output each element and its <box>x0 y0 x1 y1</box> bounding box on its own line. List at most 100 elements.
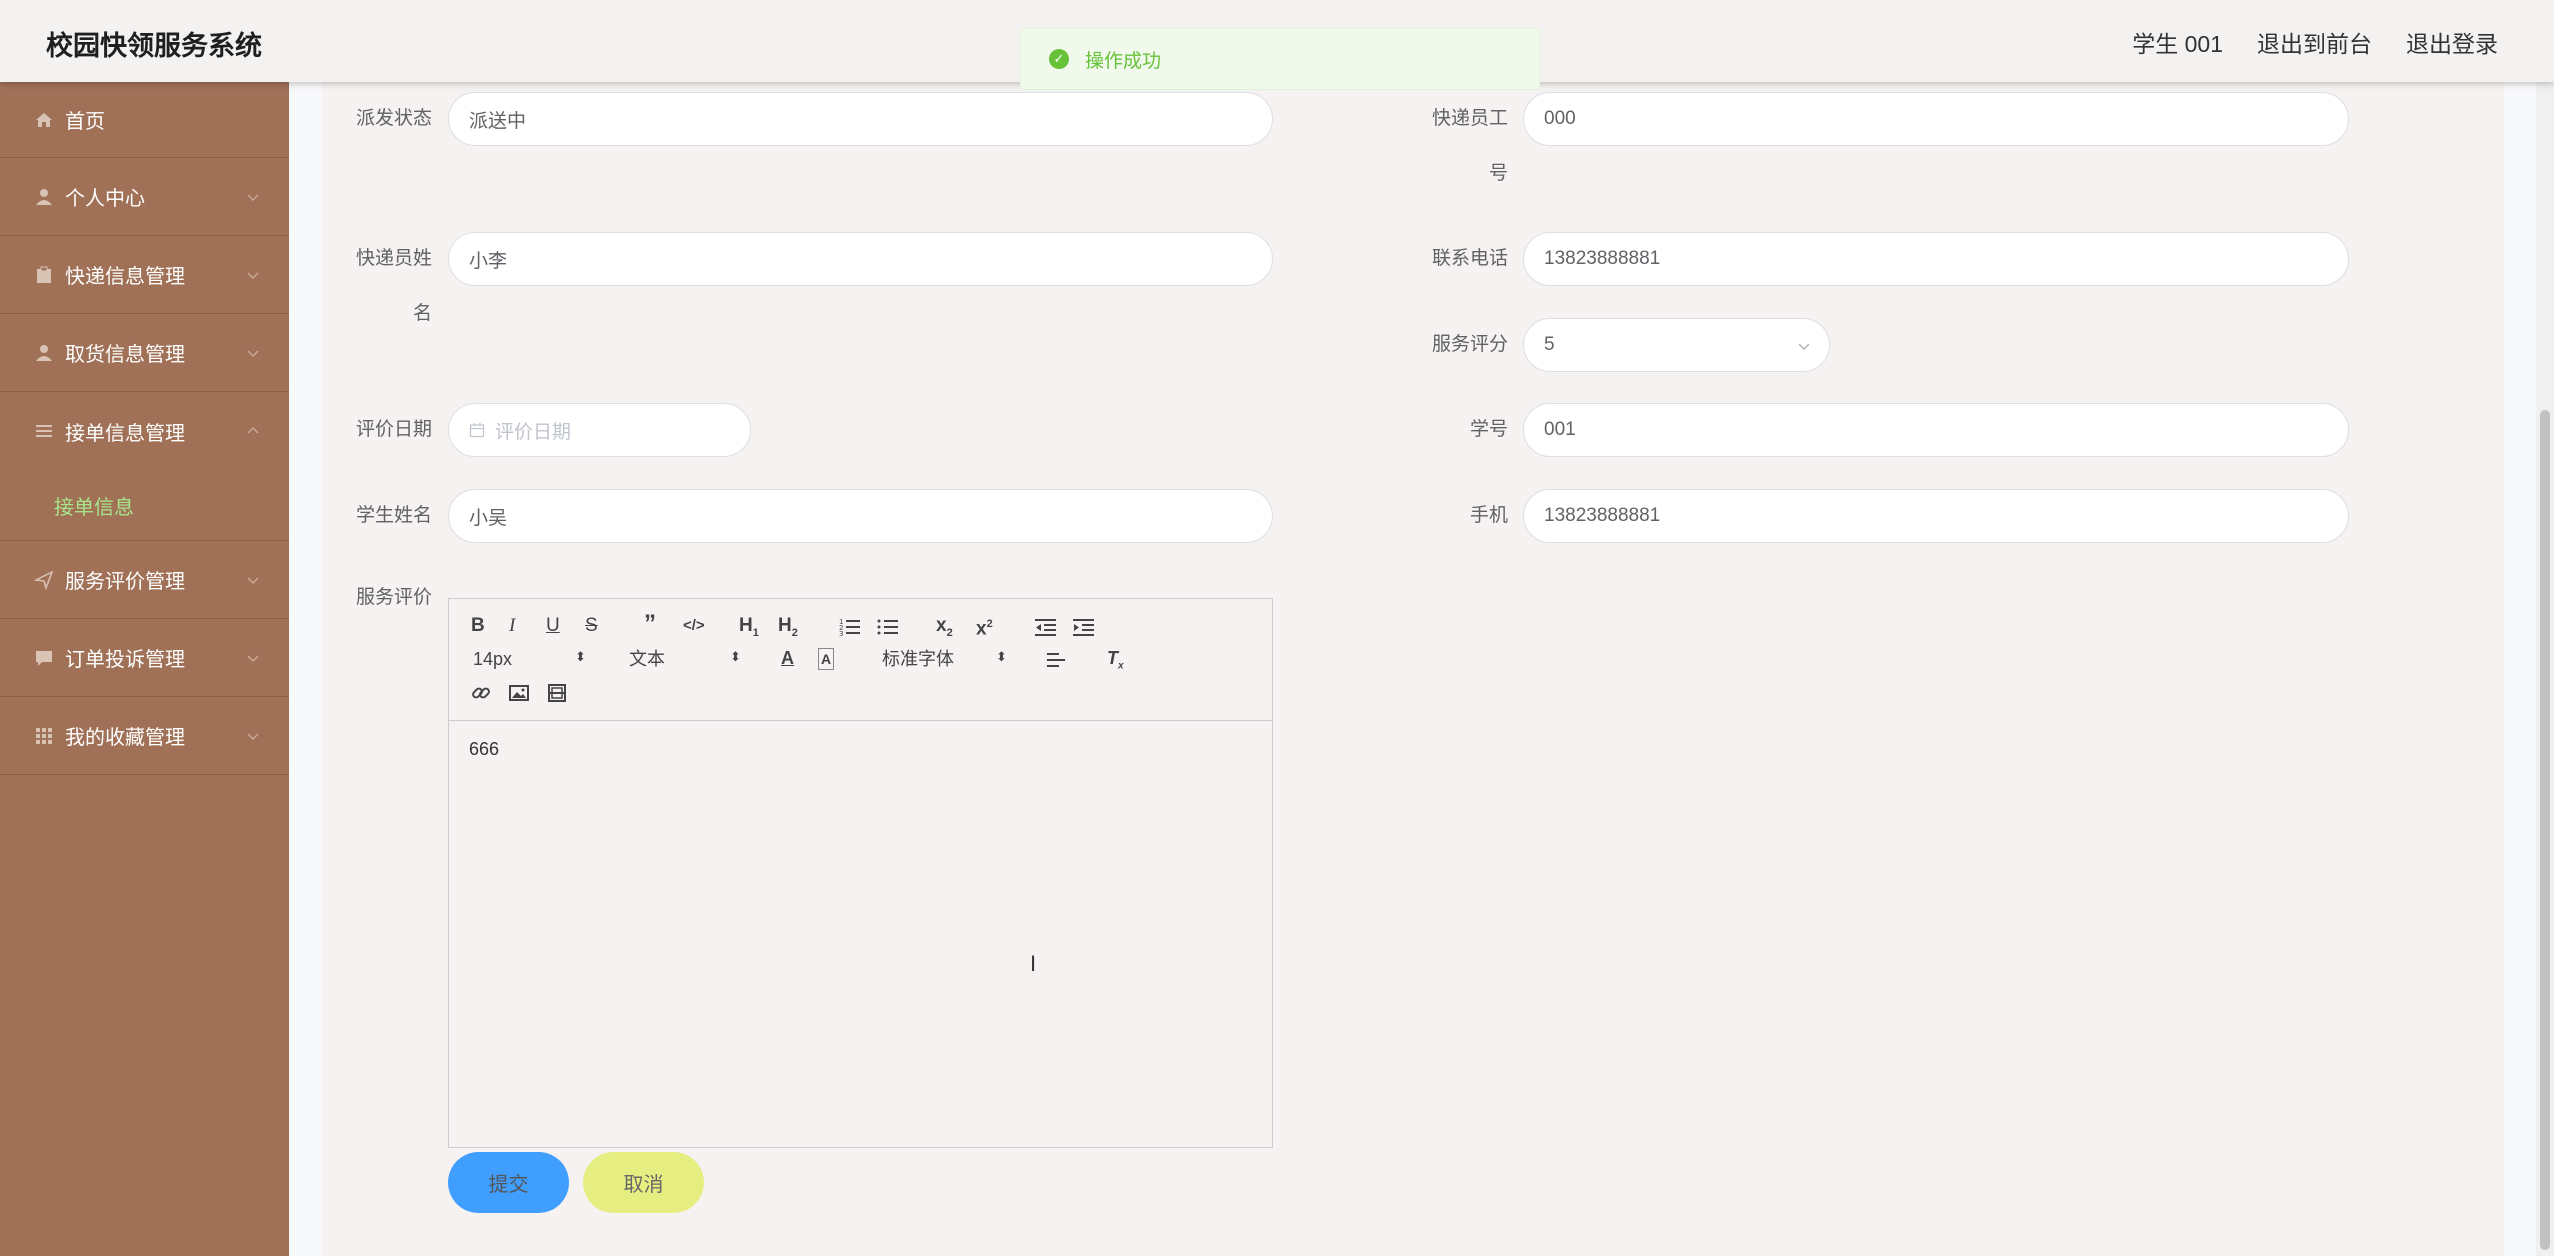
vertical-scrollbar[interactable] <box>2536 82 2554 1256</box>
chevron-down-icon <box>247 193 259 201</box>
video-icon[interactable] <box>547 683 567 703</box>
sidebar-item-label: 服务评价管理 <box>65 571 185 593</box>
student-no-label: 学号 <box>1469 419 1508 440</box>
block-type-select[interactable]: 文本 <box>629 649 665 669</box>
chevron-down-icon <box>1798 343 1810 351</box>
sidebar-item-pickup-info[interactable]: 取货信息管理 <box>0 314 289 392</box>
chevron-up-icon <box>247 426 259 434</box>
courier-name-label-b: 名 <box>412 303 432 324</box>
link-icon[interactable] <box>471 683 491 703</box>
check-circle-icon: ✓ <box>1049 49 1069 69</box>
dispatch-status-label: 派发状态 <box>355 108 432 129</box>
student-name-label: 学生姓名 <box>355 505 432 526</box>
font-color-icon[interactable]: A <box>781 648 794 668</box>
contact-phone-input[interactable]: 13823888881 <box>1523 232 2349 286</box>
sidebar-item-home[interactable]: 首页 <box>0 82 289 158</box>
updown-arrows-icon: ⬍ <box>996 649 1007 664</box>
eval-date-label: 评价日期 <box>355 419 432 440</box>
courier-id-label-b: 号 <box>1488 163 1508 184</box>
header-links: 学生 001 退出到前台 退出登录 <box>2132 25 2498 59</box>
eval-date-picker[interactable]: 评价日期 <box>448 403 751 457</box>
success-toast: ✓ 操作成功 <box>1020 28 1540 90</box>
italic-icon[interactable]: I <box>509 616 515 636</box>
service-score-value: 5 <box>1544 334 1555 355</box>
chevron-down-icon <box>247 576 259 584</box>
sidebar: 首页 个人中心 快递信息管理 取货信息管理 接单信息管理 接单信息 服务评价管理… <box>0 82 289 1256</box>
svg-text:3: 3 <box>839 630 843 637</box>
service-score-select[interactable]: 5 <box>1523 318 1830 372</box>
dispatch-status-input[interactable]: 派送中 <box>448 92 1273 146</box>
chevron-down-icon <box>247 349 259 357</box>
blockquote-icon[interactable]: ” <box>644 612 656 636</box>
font-family-select[interactable]: 标准字体 <box>882 649 954 669</box>
sidebar-item-personal-center[interactable]: 个人中心 <box>0 158 289 236</box>
send-icon <box>33 569 55 591</box>
bold-icon[interactable]: B <box>471 616 485 636</box>
scrollbar-thumb[interactable] <box>2540 410 2550 1250</box>
sidebar-item-complaints[interactable]: 订单投诉管理 <box>0 619 289 697</box>
sidebar-item-order-info[interactable]: 接单信息管理 <box>0 392 289 470</box>
mobile-input[interactable]: 13823888881 <box>1523 489 2349 543</box>
background-color-icon[interactable]: A <box>818 648 835 670</box>
clipboard-icon <box>33 264 55 286</box>
service-score-label: 服务评分 <box>1431 334 1508 355</box>
image-icon[interactable] <box>509 683 529 703</box>
user-icon <box>33 342 55 364</box>
grid-icon <box>33 725 55 747</box>
sidebar-item-label: 我的收藏管理 <box>65 727 185 749</box>
h1-icon[interactable]: H1 <box>739 616 759 643</box>
code-icon[interactable]: </> <box>683 616 705 636</box>
list-icon <box>33 420 55 442</box>
app-title: 校园快领服务系统 <box>46 31 262 61</box>
align-icon[interactable] <box>1047 651 1069 669</box>
sidebar-item-label: 首页 <box>65 111 105 133</box>
underline-icon[interactable]: U <box>546 616 560 636</box>
courier-name-label-a: 快递员姓 <box>355 248 432 269</box>
chat-icon <box>33 647 55 669</box>
sidebar-item-service-eval[interactable]: 服务评价管理 <box>0 541 289 619</box>
service-eval-label: 服务评价 <box>355 587 432 608</box>
clear-format-icon[interactable]: Tx <box>1107 648 1124 677</box>
editor-body[interactable]: 666 <box>449 721 1272 778</box>
chevron-down-icon <box>247 732 259 740</box>
sidebar-subitem-order[interactable]: 接单信息 <box>0 470 289 541</box>
exit-to-front-link[interactable]: 退出到前台 <box>2257 25 2372 59</box>
strike-icon[interactable]: S <box>585 616 598 636</box>
eval-date-placeholder: 评价日期 <box>495 421 572 443</box>
subscript-icon[interactable]: x2 <box>936 616 953 643</box>
toast-message: 操作成功 <box>1085 50 1162 72</box>
calendar-icon <box>469 423 485 438</box>
sidebar-item-express-info[interactable]: 快递信息管理 <box>0 236 289 314</box>
chevron-down-icon <box>247 654 259 662</box>
text-cursor-icon: I <box>1030 951 1037 976</box>
mobile-label: 手机 <box>1469 505 1508 526</box>
courier-id-input[interactable]: 000 <box>1523 92 2349 146</box>
h2-icon[interactable]: H2 <box>778 616 798 643</box>
sidebar-item-favorites[interactable]: 我的收藏管理 <box>0 697 289 775</box>
chevron-down-icon <box>247 271 259 279</box>
ordered-list-icon[interactable]: 123 <box>839 617 861 637</box>
sidebar-item-label: 接单信息管理 <box>65 422 185 445</box>
courier-name-input[interactable]: 小李 <box>448 232 1273 286</box>
student-no-input[interactable]: 001 <box>1523 403 2349 457</box>
sidebar-item-label: 快递信息管理 <box>65 266 185 288</box>
rich-text-editor: B I U S ” </> H1 H2 123 x2 x2 14px ⬍ 文本 … <box>448 598 1273 1148</box>
superscript-icon[interactable]: x2 <box>976 614 993 639</box>
updown-arrows-icon: ⬍ <box>730 649 741 664</box>
cancel-button[interactable]: 取消 <box>583 1152 704 1213</box>
user-icon <box>33 186 55 208</box>
submit-button[interactable]: 提交 <box>448 1152 569 1213</box>
student-name-input[interactable]: 小吴 <box>448 489 1273 543</box>
bullet-list-icon[interactable] <box>877 617 899 637</box>
courier-id-label-a: 快递员工 <box>1431 108 1508 129</box>
sidebar-item-label: 个人中心 <box>65 188 145 210</box>
outdent-icon[interactable] <box>1035 617 1057 637</box>
sidebar-item-label: 取货信息管理 <box>65 344 185 366</box>
font-size-select[interactable]: 14px <box>473 649 512 669</box>
logout-link[interactable]: 退出登录 <box>2406 25 2498 59</box>
indent-icon[interactable] <box>1073 617 1095 637</box>
home-icon <box>33 109 55 131</box>
contact-phone-label: 联系电话 <box>1431 248 1508 269</box>
updown-arrows-icon: ⬍ <box>575 649 586 664</box>
current-user[interactable]: 学生 001 <box>2132 25 2223 59</box>
